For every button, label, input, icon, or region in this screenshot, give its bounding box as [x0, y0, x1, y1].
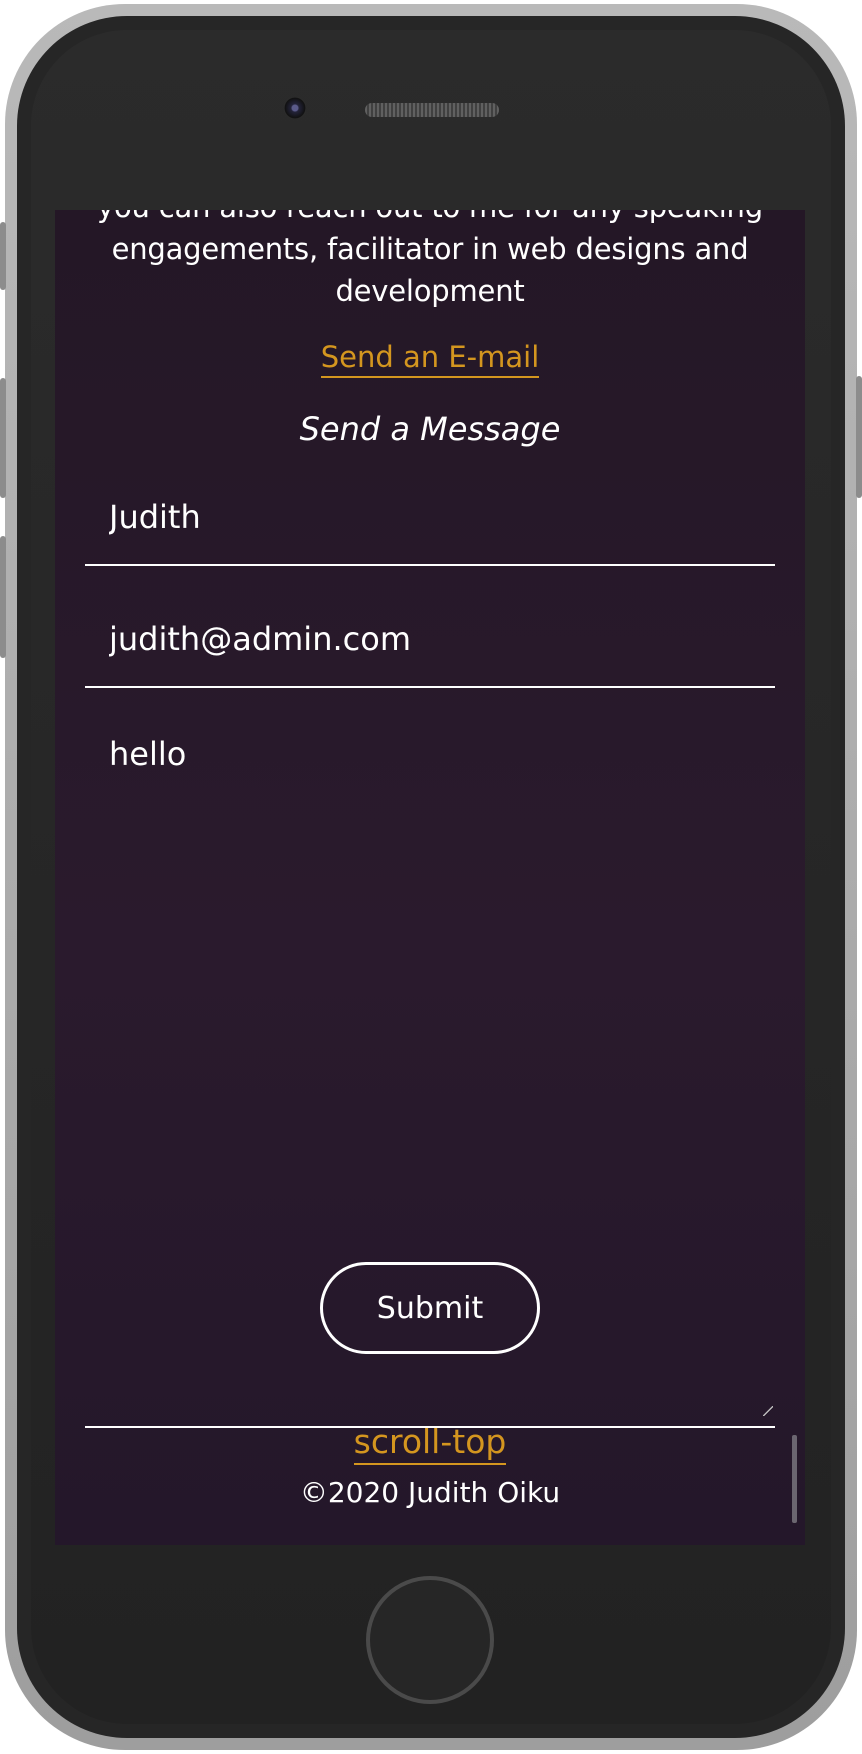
submit-button[interactable]: Submit: [320, 1262, 540, 1354]
speaker-grille-icon: [365, 103, 499, 117]
name-field[interactable]: [85, 470, 775, 566]
intro-text: you can also reach out to me for any spe…: [95, 210, 765, 312]
intro-text-partial: you can also reach out to me for any spe…: [95, 210, 765, 228]
email-link-container: Send an E-mail: [55, 340, 805, 378]
scrollbar[interactable]: [792, 1435, 797, 1523]
mute-switch: [0, 222, 6, 290]
send-email-link[interactable]: Send an E-mail: [320, 340, 540, 378]
camera-icon: [284, 97, 306, 119]
scroll-top-container: scroll-top: [55, 1422, 805, 1465]
scroll-top-link[interactable]: scroll-top: [353, 1422, 507, 1465]
home-button-icon[interactable]: [366, 1576, 494, 1704]
email-field[interactable]: [85, 592, 775, 688]
power-button: [856, 376, 862, 498]
resize-grip-icon[interactable]: [763, 1406, 773, 1416]
copyright: ©2020 Judith Oiku: [299, 1476, 561, 1509]
intro-text-body: engagements, facilitator in web designs …: [111, 232, 749, 308]
form-title: Send a Message: [299, 410, 561, 448]
volume-up-button: [0, 378, 6, 498]
screen: you can also reach out to me for any spe…: [55, 210, 805, 1545]
volume-down-button: [0, 536, 6, 658]
